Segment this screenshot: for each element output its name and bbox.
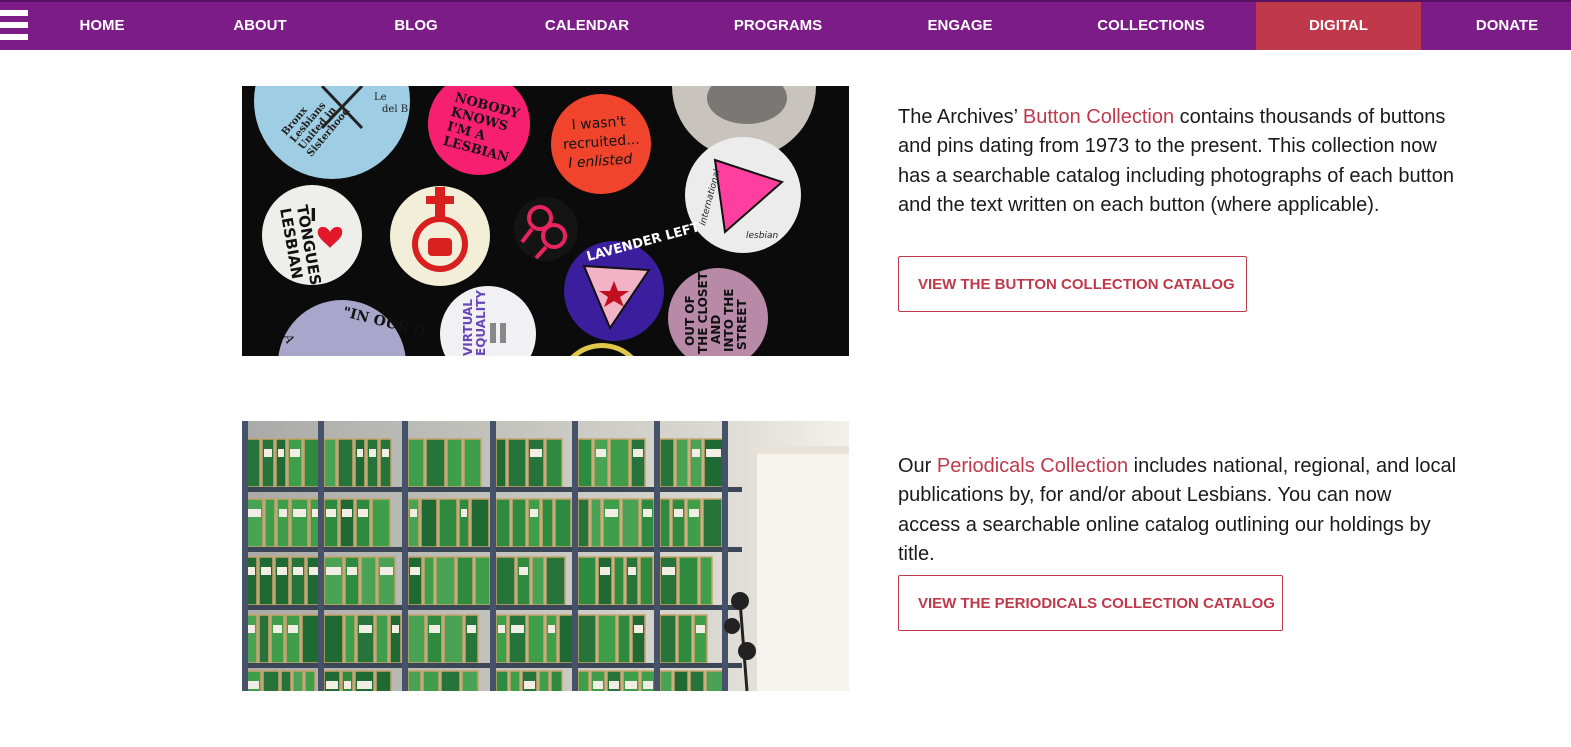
periodicals-collection-image xyxy=(242,421,849,691)
nav-item-collections[interactable]: COLLECTIONS xyxy=(1086,2,1216,50)
svg-text:VIRTUAL EQUALITY: VIRTUAL EQUALITY xyxy=(461,290,488,356)
nav-item-about[interactable]: ABOUT xyxy=(210,2,310,50)
button-international-lesbian: international lesbian xyxy=(685,137,801,253)
button-fist-symbol xyxy=(390,186,490,286)
nav-item-digital[interactable]: DIGITAL xyxy=(1256,2,1421,50)
button-collection-link[interactable]: Button Collection xyxy=(1023,106,1174,128)
button-i-wasnt-recruited: I wasn't recruited... I enlisted xyxy=(551,94,651,194)
button-collection-description: The Archives’ Button Collection contains… xyxy=(898,103,1458,220)
view-periodicals-collection-catalog-button[interactable]: VIEW THE PERIODICALS COLLECTION CATALOG xyxy=(898,575,1283,631)
periodicals-collection-description: Our Periodicals Collection includes nati… xyxy=(898,452,1458,569)
svg-text:lesbian: lesbian xyxy=(746,231,778,241)
nav-item-engage[interactable]: ENGAGE xyxy=(910,2,1010,50)
nav-item-blog[interactable]: BLOG xyxy=(376,2,456,50)
main-navigation: HOME ABOUT BLOG CALENDAR PROGRAMS ENGAGE… xyxy=(0,0,1571,50)
button-collection-image: Bronx Lesbians United in Sisterhood Le d… xyxy=(242,86,849,356)
hamburger-menu-icon[interactable] xyxy=(0,10,28,40)
svg-text:del B: del B xyxy=(382,104,408,115)
button-venus-symbols xyxy=(514,197,578,261)
description-text: Our xyxy=(898,455,937,477)
nav-item-donate[interactable]: DONATE xyxy=(1456,2,1558,50)
nav-item-calendar[interactable]: CALENDAR xyxy=(532,2,642,50)
description-text: The Archives’ xyxy=(898,106,1023,128)
periodicals-collection-link[interactable]: Periodicals Collection xyxy=(937,455,1128,477)
nav-item-programs[interactable]: PROGRAMS xyxy=(722,2,834,50)
view-button-collection-catalog-button[interactable]: VIEW THE BUTTON COLLECTION CATALOG xyxy=(898,256,1247,312)
svg-text:Le: Le xyxy=(374,92,387,103)
nav-item-home[interactable]: HOME xyxy=(60,2,144,50)
